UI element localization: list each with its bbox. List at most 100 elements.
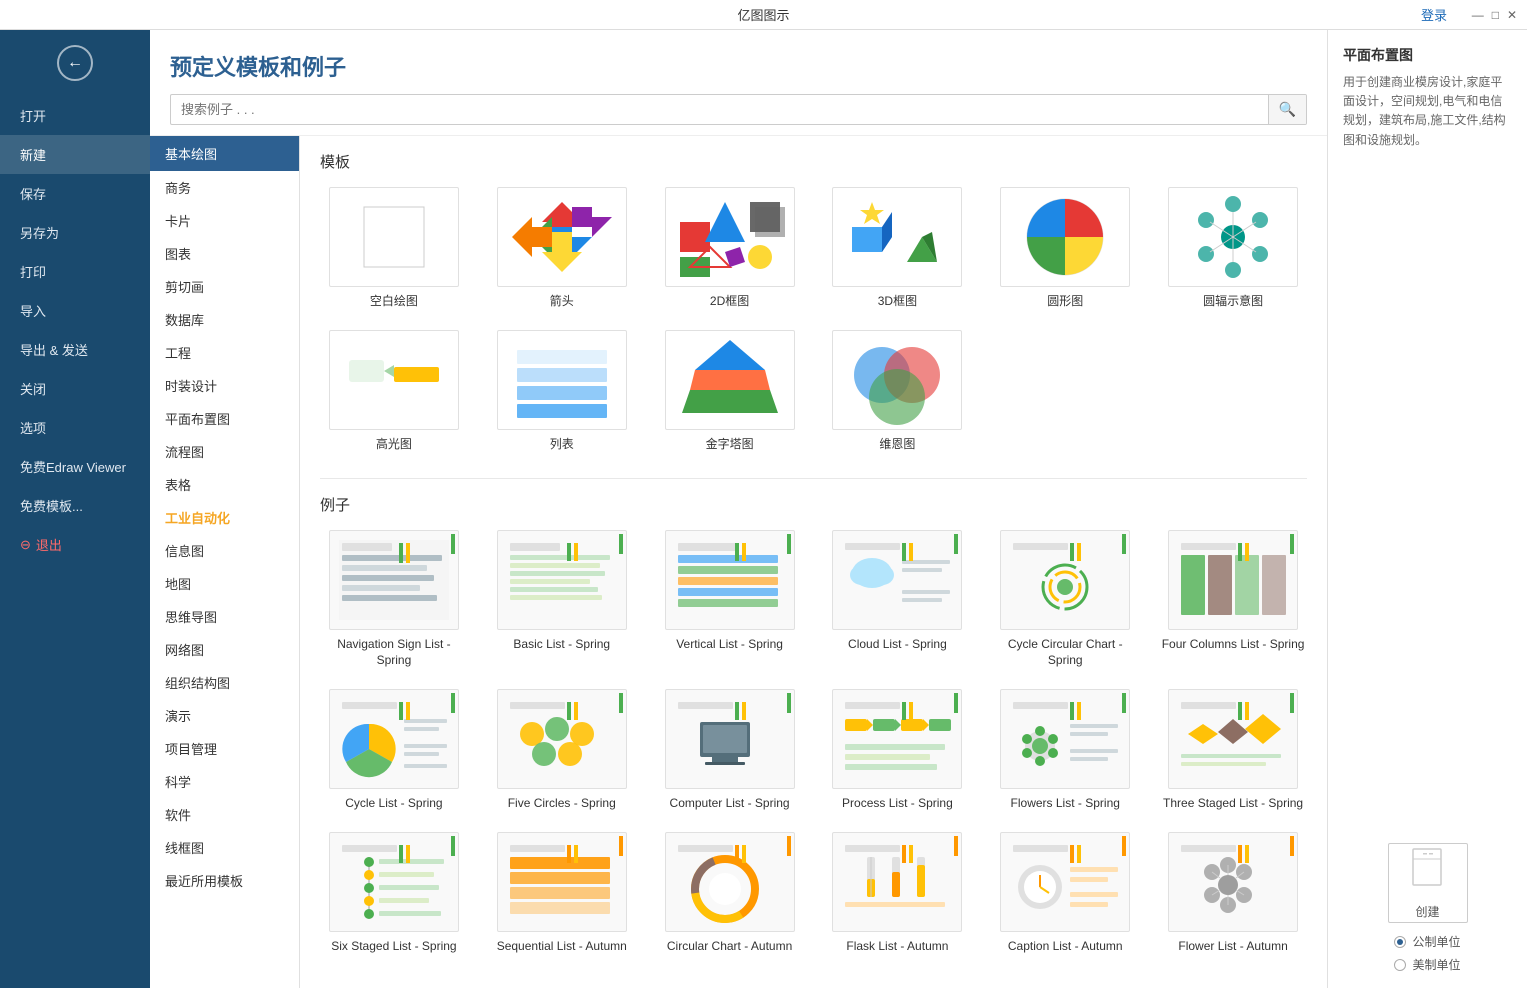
- category-floorplan[interactable]: 平面布置图: [150, 402, 299, 435]
- template-label-pyramid: 金字塔图: [706, 436, 754, 453]
- example-label-vertical-list: Vertical List - Spring: [676, 636, 783, 653]
- category-presentation[interactable]: 演示: [150, 699, 299, 732]
- category-science[interactable]: 科学: [150, 765, 299, 798]
- category-network[interactable]: 网络图: [150, 633, 299, 666]
- example-nav-sign[interactable]: Navigation Sign List - Spring: [320, 530, 468, 670]
- category-clipart[interactable]: 剪切画: [150, 270, 299, 303]
- category-engineering[interactable]: 工程: [150, 336, 299, 369]
- login-button[interactable]: 登录: [1421, 5, 1447, 24]
- close-button[interactable]: ✕: [1507, 8, 1517, 22]
- example-flowers-list[interactable]: Flowers List - Spring: [991, 689, 1139, 812]
- template-arrow[interactable]: 箭头: [488, 187, 636, 310]
- example-sequential[interactable]: Sequential List - Autumn: [488, 832, 636, 955]
- category-infographic[interactable]: 信息图: [150, 534, 299, 567]
- category-wireframe[interactable]: 线框图: [150, 831, 299, 864]
- example-thumb-caption-list: [1000, 832, 1130, 932]
- category-basic[interactable]: 基本绘图: [150, 136, 299, 171]
- create-area: 创建 公制单位 美制单位: [1343, 843, 1512, 973]
- example-label-flowers-list: Flowers List - Spring: [1011, 795, 1120, 812]
- example-vertical-list[interactable]: Vertical List - Spring: [656, 530, 804, 670]
- template-venn[interactable]: 维恩图: [823, 330, 971, 453]
- example-process-list[interactable]: Process List - Spring: [823, 689, 971, 812]
- search-button[interactable]: 🔍: [1268, 95, 1306, 124]
- example-thumb-circular-chart: [665, 832, 795, 932]
- example-caption-list[interactable]: Caption List - Autumn: [991, 832, 1139, 955]
- title-bar: 亿图图示 登录 — □ ✕: [0, 0, 1527, 30]
- template-highlight[interactable]: 高光图: [320, 330, 468, 453]
- template-3d[interactable]: 3D框图: [823, 187, 971, 310]
- category-business[interactable]: 商务: [150, 171, 299, 204]
- example-label-six-staged: Six Staged List - Spring: [331, 938, 456, 955]
- example-computer-list[interactable]: Computer List - Spring: [656, 689, 804, 812]
- create-label: 创建: [1415, 903, 1439, 920]
- example-cycle-circular[interactable]: Cycle Circular Chart - Spring: [991, 530, 1139, 670]
- example-five-circles[interactable]: Five Circles - Spring: [488, 689, 636, 812]
- template-blank[interactable]: 空白绘图: [320, 187, 468, 310]
- category-project[interactable]: 项目管理: [150, 732, 299, 765]
- unit-imperial[interactable]: 美制单位: [1394, 956, 1460, 973]
- example-cycle-list[interactable]: Cycle List - Spring: [320, 689, 468, 812]
- sidebar-item-saveas[interactable]: 另存为: [0, 213, 150, 252]
- example-thumb-flowers-list: [1000, 689, 1130, 789]
- example-circular-chart[interactable]: Circular Chart - Autumn: [656, 832, 804, 955]
- category-card[interactable]: 卡片: [150, 204, 299, 237]
- example-label-cloud-list: Cloud List - Spring: [848, 636, 947, 653]
- example-label-process-list: Process List - Spring: [842, 795, 953, 812]
- example-thumb-sequential: [497, 832, 627, 932]
- template-thumb-radiation: [1168, 187, 1298, 287]
- category-industrial[interactable]: 工业自动化: [150, 501, 299, 534]
- search-input[interactable]: [171, 96, 1268, 123]
- example-thumb-flask-list: [832, 832, 962, 932]
- category-chart[interactable]: 图表: [150, 237, 299, 270]
- template-thumb-venn: [832, 330, 962, 430]
- create-button[interactable]: 创建: [1388, 843, 1468, 923]
- category-map[interactable]: 地图: [150, 567, 299, 600]
- category-mindmap[interactable]: 思维导图: [150, 600, 299, 633]
- sidebar-item-new[interactable]: 新建: [0, 135, 150, 174]
- sidebar-item-save[interactable]: 保存: [0, 174, 150, 213]
- sidebar-item-import[interactable]: 导入: [0, 291, 150, 330]
- content-header: 预定义模板和例子 🔍: [150, 30, 1327, 136]
- sidebar-item-free-templates[interactable]: 免费模板...: [0, 486, 150, 525]
- example-three-staged[interactable]: Three Staged List - Spring: [1159, 689, 1307, 812]
- category-flowchart[interactable]: 流程图: [150, 435, 299, 468]
- template-label-blank: 空白绘图: [370, 293, 418, 310]
- sidebar-item-exit[interactable]: ⊖ 退出: [0, 525, 150, 564]
- example-label-cycle-list: Cycle List - Spring: [345, 795, 442, 812]
- template-thumb-list: [497, 330, 627, 430]
- example-basic-list[interactable]: Basic List - Spring: [488, 530, 636, 670]
- template-radiation[interactable]: 圆辐示意图: [1159, 187, 1307, 310]
- sidebar-item-print[interactable]: 打印: [0, 252, 150, 291]
- search-bar: 🔍: [170, 94, 1307, 125]
- unit-metric[interactable]: 公制单位: [1394, 933, 1460, 950]
- template-circle[interactable]: 圆形图: [991, 187, 1139, 310]
- example-four-columns[interactable]: Four Columns List - Spring: [1159, 530, 1307, 670]
- minimize-button[interactable]: —: [1472, 8, 1484, 22]
- example-thumb-three-staged: [1168, 689, 1298, 789]
- category-recent[interactable]: 最近所用模板: [150, 864, 299, 897]
- example-flask-list[interactable]: Flask List - Autumn: [823, 832, 971, 955]
- example-cloud-list[interactable]: Cloud List - Spring: [823, 530, 971, 670]
- back-button[interactable]: ←: [57, 45, 93, 81]
- template-list[interactable]: 列表: [488, 330, 636, 453]
- category-table[interactable]: 表格: [150, 468, 299, 501]
- example-flower-list[interactable]: Flower List - Autumn: [1159, 832, 1307, 955]
- category-database[interactable]: 数据库: [150, 303, 299, 336]
- sidebar-item-open[interactable]: 打开: [0, 96, 150, 135]
- example-label-caption-list: Caption List - Autumn: [1008, 938, 1123, 955]
- templates-section-title: 模板: [320, 151, 1307, 172]
- example-six-staged[interactable]: Six Staged List - Spring: [320, 832, 468, 955]
- category-org[interactable]: 组织结构图: [150, 666, 299, 699]
- sidebar-item-export[interactable]: 导出 & 发送: [0, 330, 150, 369]
- template-pyramid[interactable]: 金字塔图: [656, 330, 804, 453]
- template-thumb-arrow: [497, 187, 627, 287]
- category-software[interactable]: 软件: [150, 798, 299, 831]
- category-fashion[interactable]: 时装设计: [150, 369, 299, 402]
- sidebar-item-options[interactable]: 选项: [0, 408, 150, 447]
- template-label-3d: 3D框图: [878, 293, 917, 310]
- sidebar-item-viewer[interactable]: 免费Edraw Viewer: [0, 447, 150, 486]
- sidebar-item-close[interactable]: 关闭: [0, 369, 150, 408]
- template-label-arrow: 箭头: [550, 293, 574, 310]
- maximize-button[interactable]: □: [1492, 8, 1499, 22]
- template-2d[interactable]: 2D框图: [656, 187, 804, 310]
